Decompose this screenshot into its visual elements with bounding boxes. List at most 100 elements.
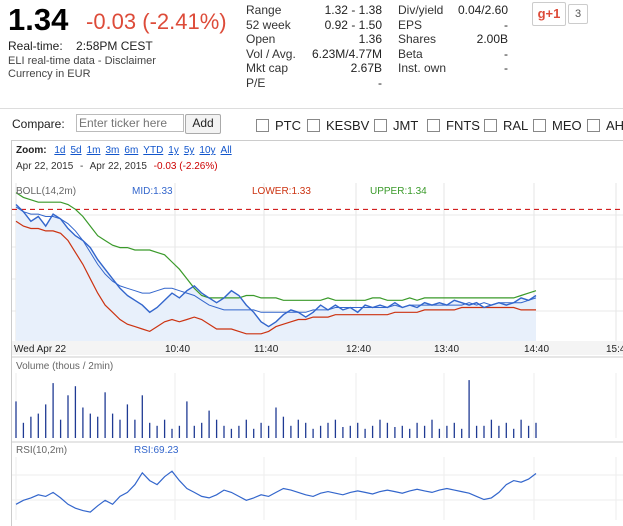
checkbox[interactable]	[427, 119, 440, 132]
currency-note: Currency in EUR	[8, 68, 91, 80]
stat-row: Open 1.36	[246, 32, 382, 47]
x-tick-label: Wed Apr 22	[14, 344, 67, 355]
stats-left-table: Range 1.32 - 1.38 52 week 0.92 - 1.50 Open 1.…	[246, 3, 382, 90]
stat-value: 1.32 - 1.38	[324, 3, 382, 17]
x-tick-label: 10:40	[165, 344, 190, 355]
ticker-label: FNTS	[446, 118, 480, 133]
divider	[0, 108, 623, 109]
ticker-label: RAL	[503, 118, 529, 133]
compare-label: Compare:	[12, 117, 65, 131]
price-change: -0.03 (-2.41%)	[86, 9, 227, 34]
stat-row: Beta -	[398, 47, 508, 62]
zoom-option-all[interactable]: All	[221, 145, 232, 156]
zoom-option-1m[interactable]: 1m	[87, 145, 101, 156]
x-tick-label: 12:40	[346, 344, 371, 355]
stat-value: 2.67B	[350, 61, 382, 75]
stat-value: -	[504, 17, 508, 32]
stat-value: 1.36	[358, 32, 382, 46]
stat-label: Inst. own	[398, 61, 447, 75]
data-source-link[interactable]: ELI real-time data - Disclaimer	[8, 55, 156, 68]
stat-row: Inst. own -	[398, 61, 508, 76]
stat-label: Range	[246, 3, 282, 17]
checkbox[interactable]	[374, 119, 387, 132]
stat-label: P/E	[246, 75, 266, 90]
compare-ticker-kesbv[interactable]: KESBV	[307, 118, 369, 133]
upper-label: UPPER:1.34	[370, 186, 427, 197]
date-to[interactable]: Apr 22, 2015	[90, 161, 147, 172]
realtime-time: 2:58PM CEST	[76, 39, 153, 53]
stat-row: Div/yield 0.04/2.60	[398, 3, 508, 18]
compare-ticker-ptc[interactable]: PTC	[256, 118, 301, 133]
stat-value: 0.92 - 1.50	[324, 17, 382, 32]
realtime-row: Real-time: 2:58PM CEST	[8, 40, 153, 53]
stat-row: Mkt cap 2.67B	[246, 61, 382, 76]
stat-row: Shares 2.00B	[398, 32, 508, 47]
date-from[interactable]: Apr 22, 2015	[16, 161, 73, 172]
x-tick-label: 14:40	[524, 344, 549, 355]
zoom-option-3m[interactable]: 3m	[105, 145, 119, 156]
compare-ticker-ah[interactable]: AH	[587, 118, 623, 133]
boll-label: BOLL(14,2m)	[16, 186, 76, 197]
stat-label: Vol / Avg.	[246, 46, 296, 61]
stat-value: 6.23M/4.77M	[311, 46, 382, 61]
checkbox[interactable]	[533, 119, 546, 132]
range-change: -0.03 (-2.26%)	[153, 161, 218, 172]
zoom-label: Zoom:	[16, 145, 47, 156]
stat-label: Open	[246, 32, 276, 46]
price-chart[interactable]: BOLL(14,2m) MID:1.33 LOWER:1.33 UPPER:1.34 W…	[12, 175, 623, 525]
zoom-option-6m[interactable]: 6m	[124, 145, 138, 156]
x-tick-label: 15:4	[606, 344, 623, 355]
chart-panel: Zoom: 1d 5d 1m 3m 6m YTD 1y 5y 10y All Apr 22, 20…	[11, 140, 623, 526]
stat-value: 2.00B	[476, 32, 508, 46]
stat-label: Mkt cap	[246, 61, 289, 75]
ticker-input[interactable]	[76, 114, 184, 132]
compare-ticker-jmt[interactable]: JMT	[374, 118, 418, 133]
checkbox[interactable]	[587, 119, 600, 132]
zoom-option-1d[interactable]: 1d	[54, 145, 65, 156]
date-range: Apr 22, 2015 - Apr 22, 2015 -0.03 (-2.26…	[16, 161, 218, 172]
stat-value: -	[504, 46, 508, 61]
realtime-label: Real-time:	[8, 39, 63, 53]
checkbox[interactable]	[307, 119, 320, 132]
stat-row: Vol / Avg. 6.23M/4.77M	[246, 47, 382, 62]
stat-row: P/E -	[246, 76, 382, 91]
zoom-option-5d[interactable]: 5d	[70, 145, 81, 156]
x-tick-label: 13:40	[434, 344, 459, 355]
rsi-line	[15, 470, 537, 513]
zoom-option-5y[interactable]: 5y	[184, 145, 195, 156]
zoom-option-ytd[interactable]: YTD	[143, 145, 163, 156]
stat-value: -	[378, 75, 382, 90]
stat-value: 0.04/2.60	[457, 3, 508, 17]
zoom-bar: Zoom: 1d 5d 1m 3m 6m YTD 1y 5y 10y All	[16, 145, 237, 156]
ticker-label: PTC	[275, 118, 301, 133]
ticker-label: KESBV	[326, 118, 370, 133]
volume-label: Volume (thous / 2min)	[16, 361, 113, 372]
checkbox[interactable]	[484, 119, 497, 132]
stat-label: Beta	[398, 46, 423, 61]
stats-right-table: Div/yield 0.04/2.60 EPS - Shares 2.00B Beta - In…	[398, 3, 508, 76]
compare-bar: Compare: Add PTC KESBV JMT FNTS RAL MEO AH	[0, 113, 623, 137]
checkbox[interactable]	[256, 119, 269, 132]
google-plus-button[interactable]: g+1	[532, 2, 566, 26]
rsi-label: RSI(10,2m)	[16, 445, 67, 456]
stat-label: EPS	[398, 17, 423, 32]
zoom-option-1y[interactable]: 1y	[168, 145, 179, 156]
compare-ticker-meo[interactable]: MEO	[533, 118, 582, 133]
mid-label: MID:1.33	[132, 186, 173, 197]
stat-row: Range 1.32 - 1.38	[246, 3, 382, 18]
add-ticker-button[interactable]: Add	[185, 114, 221, 134]
stat-row: EPS -	[398, 18, 508, 33]
ticker-label: AH	[606, 118, 623, 133]
ticker-label: JMT	[393, 118, 419, 133]
zoom-option-10y[interactable]: 10y	[199, 145, 215, 156]
compare-ticker-fnts[interactable]: FNTS	[427, 118, 480, 133]
stat-label: Shares	[398, 32, 437, 46]
stat-row: 52 week 0.92 - 1.50	[246, 18, 382, 33]
stat-value: -	[504, 61, 508, 75]
google-plus-count: 3	[568, 4, 588, 24]
stat-label: Div/yield	[398, 3, 444, 17]
lower-label: LOWER:1.33	[252, 186, 311, 197]
compare-ticker-ral[interactable]: RAL	[484, 118, 528, 133]
stat-label: 52 week	[246, 17, 291, 32]
last-price: 1.34	[8, 2, 69, 37]
